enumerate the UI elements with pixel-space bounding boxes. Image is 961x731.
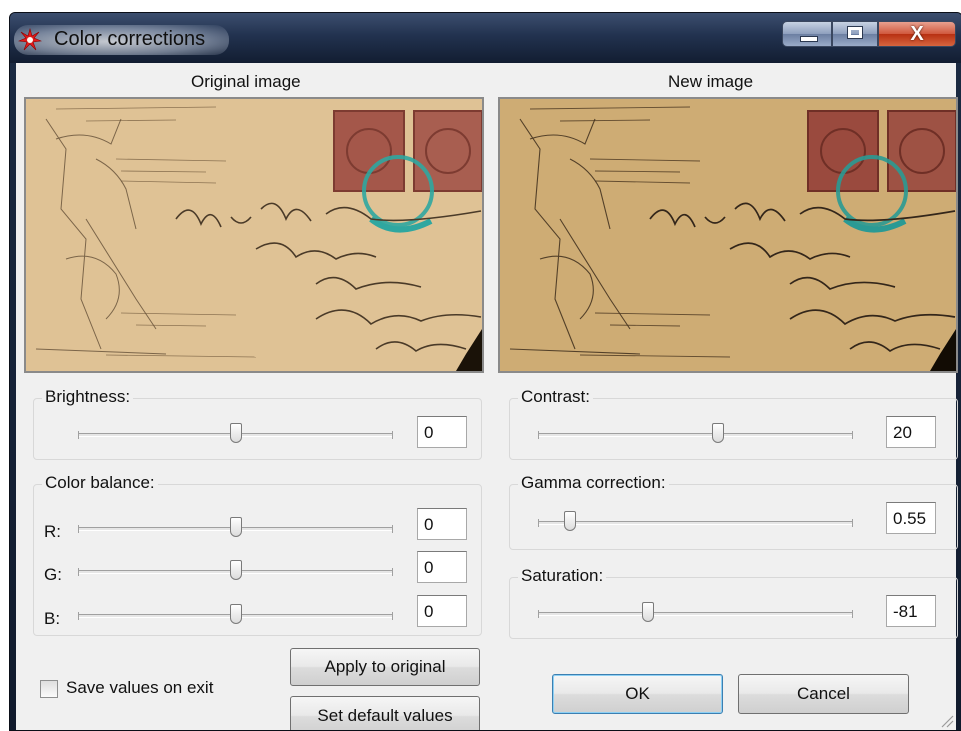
slider-tick-min bbox=[78, 568, 79, 576]
red-splat-icon bbox=[18, 28, 42, 51]
window-title: Color corrections bbox=[54, 28, 206, 50]
blue-channel-label: B: bbox=[44, 609, 61, 628]
saturation-group: Saturation: -81 bbox=[509, 566, 958, 639]
contrast-group: Contrast: 20 bbox=[509, 387, 958, 460]
gamma-slider-thumb[interactable] bbox=[563, 511, 576, 531]
slider-tick-max bbox=[392, 612, 393, 620]
set-default-values-button[interactable]: Set default values bbox=[290, 696, 480, 730]
stamp-left bbox=[807, 110, 879, 192]
slider-tick-min bbox=[78, 431, 79, 439]
slider-tick-min bbox=[78, 525, 79, 533]
saturation-value-input[interactable]: -81 bbox=[886, 595, 936, 627]
blue-value-input[interactable]: 0 bbox=[417, 595, 467, 627]
slider-tick-min bbox=[78, 612, 79, 620]
slider-tick-max bbox=[852, 431, 853, 439]
gamma-label: Gamma correction: bbox=[518, 473, 669, 493]
stamp-right bbox=[887, 110, 956, 192]
saturation-label: Saturation: bbox=[518, 566, 607, 586]
blue-slider-thumb[interactable] bbox=[229, 604, 242, 624]
saturation-slider-thumb[interactable] bbox=[642, 602, 655, 622]
ok-button[interactable]: OK bbox=[552, 674, 723, 714]
slider-tick-min bbox=[538, 519, 539, 527]
save-values-label[interactable]: Save values on exit bbox=[66, 678, 213, 698]
green-channel-label: G: bbox=[44, 565, 62, 584]
stamp-left bbox=[333, 110, 405, 192]
resize-grip-icon[interactable] bbox=[940, 714, 954, 728]
brightness-group: Brightness: 0 bbox=[33, 387, 482, 460]
original-image-preview bbox=[24, 97, 484, 373]
gamma-group: Gamma correction: 0.55 bbox=[509, 473, 958, 550]
new-image-label: New image bbox=[668, 72, 754, 91]
title-bar[interactable]: Color corrections X bbox=[10, 13, 961, 63]
red-slider-thumb[interactable] bbox=[229, 517, 242, 537]
green-value-input[interactable]: 0 bbox=[417, 551, 467, 583]
original-envelope-image bbox=[26, 99, 482, 371]
slider-tick-min bbox=[538, 431, 539, 439]
minimize-icon bbox=[800, 36, 818, 42]
dialog-client-area: Original image New image Brightness: 0 C… bbox=[16, 63, 958, 730]
green-slider-thumb[interactable] bbox=[229, 560, 242, 580]
contrast-slider-thumb[interactable] bbox=[711, 423, 724, 443]
slider-tick-max bbox=[392, 525, 393, 533]
slider-tick-max bbox=[392, 568, 393, 576]
save-values-checkbox[interactable] bbox=[40, 680, 58, 698]
brightness-label: Brightness: bbox=[42, 387, 134, 407]
gamma-value-input[interactable]: 0.55 bbox=[886, 502, 936, 534]
maximize-icon bbox=[847, 26, 863, 39]
minimize-button[interactable] bbox=[782, 21, 832, 47]
apply-to-original-button[interactable]: Apply to original bbox=[290, 648, 480, 686]
new-envelope-image bbox=[500, 99, 956, 371]
brightness-value-input[interactable]: 0 bbox=[417, 416, 467, 448]
stamp-right bbox=[413, 110, 482, 192]
color-balance-group: Color balance: R: 0 G: 0 B: 0 bbox=[33, 473, 482, 636]
contrast-value-input[interactable]: 20 bbox=[886, 416, 936, 448]
contrast-slider-track[interactable] bbox=[538, 431, 853, 439]
contrast-label: Contrast: bbox=[518, 387, 593, 407]
original-image-label: Original image bbox=[191, 72, 301, 91]
color-balance-label: Color balance: bbox=[42, 473, 158, 493]
saturation-slider-track[interactable] bbox=[538, 610, 853, 618]
gamma-slider-track[interactable] bbox=[538, 519, 853, 527]
close-button[interactable]: X bbox=[878, 21, 956, 47]
dialog-window: Color corrections X Original image New i… bbox=[9, 12, 961, 731]
red-value-input[interactable]: 0 bbox=[417, 508, 467, 540]
slider-tick-max bbox=[392, 431, 393, 439]
slider-tick-max bbox=[852, 610, 853, 618]
maximize-button[interactable] bbox=[832, 21, 878, 47]
new-image-preview bbox=[498, 97, 958, 373]
slider-tick-min bbox=[538, 610, 539, 618]
brightness-slider-thumb[interactable] bbox=[229, 423, 242, 443]
red-channel-label: R: bbox=[44, 522, 61, 541]
cancel-button[interactable]: Cancel bbox=[738, 674, 909, 714]
close-icon: X bbox=[910, 23, 924, 45]
slider-tick-max bbox=[852, 519, 853, 527]
